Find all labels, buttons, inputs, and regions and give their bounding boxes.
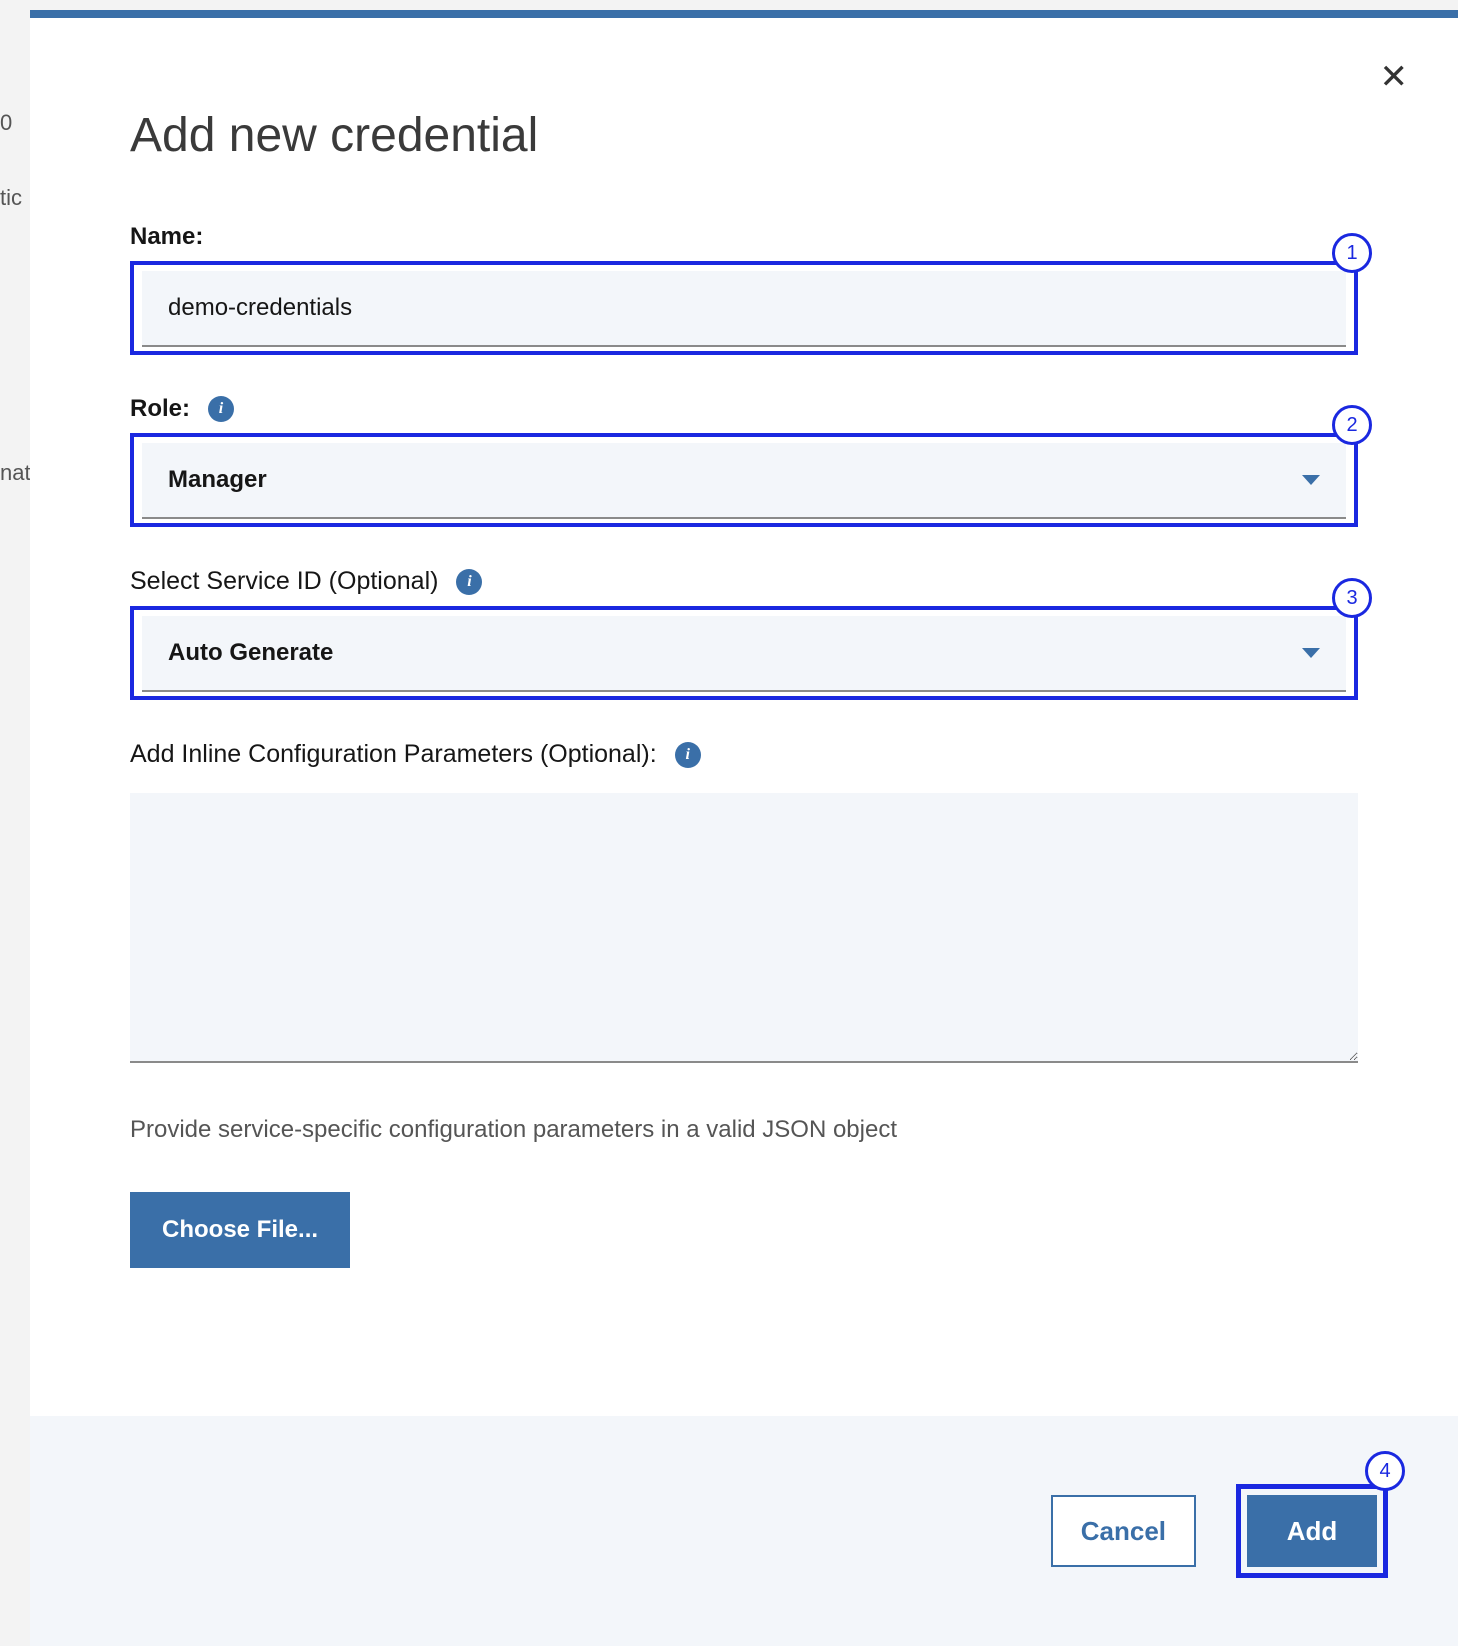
service-id-field: Select Service ID (Optional) i 3 Auto Ge… (130, 567, 1358, 700)
role-field: Role: i 2 Manager (130, 395, 1358, 527)
choose-file-button[interactable]: Choose File... (130, 1192, 350, 1268)
inline-config-label: Add Inline Configuration Parameters (Opt… (130, 740, 657, 769)
inline-config-textarea[interactable] (130, 793, 1358, 1063)
add-highlight: 4 Add (1236, 1484, 1388, 1578)
chevron-down-icon (1302, 648, 1320, 658)
modal-title: Add new credential (130, 108, 1358, 163)
name-field: Name: 1 (130, 223, 1358, 355)
service-id-highlight: 3 Auto Generate (130, 606, 1358, 700)
info-icon[interactable]: i (456, 569, 482, 595)
role-highlight: 2 Manager (130, 433, 1358, 527)
modal-body: Add new credential Name: 1 Role: i 2 Man… (30, 18, 1458, 1348)
service-id-value: Auto Generate (168, 639, 333, 667)
inline-config-field: Add Inline Configuration Parameters (Opt… (130, 740, 1358, 1268)
inline-config-help: Provide service-specific configuration p… (130, 1116, 1358, 1144)
close-button[interactable]: ✕ (1380, 60, 1409, 94)
chevron-down-icon (1302, 475, 1320, 485)
info-icon[interactable]: i (675, 742, 701, 768)
role-select[interactable]: Manager (142, 443, 1346, 519)
name-highlight: 1 (130, 261, 1358, 355)
role-label: Role: (130, 395, 190, 423)
name-label: Name: (130, 223, 203, 251)
modal-footer: Cancel 4 Add (30, 1416, 1458, 1646)
info-icon[interactable]: i (208, 396, 234, 422)
close-icon: ✕ (1380, 58, 1409, 96)
role-value: Manager (168, 466, 267, 494)
name-input[interactable] (142, 271, 1346, 347)
callout-3: 3 (1332, 578, 1372, 618)
callout-1: 1 (1332, 233, 1372, 273)
service-id-select[interactable]: Auto Generate (142, 616, 1346, 692)
service-id-label: Select Service ID (Optional) (130, 567, 438, 596)
callout-4: 4 (1365, 1451, 1405, 1491)
add-button[interactable]: Add (1247, 1495, 1377, 1567)
add-credential-modal: ✕ Add new credential Name: 1 Role: i 2 M… (30, 10, 1458, 1646)
cancel-button[interactable]: Cancel (1051, 1495, 1196, 1567)
callout-2: 2 (1332, 405, 1372, 445)
